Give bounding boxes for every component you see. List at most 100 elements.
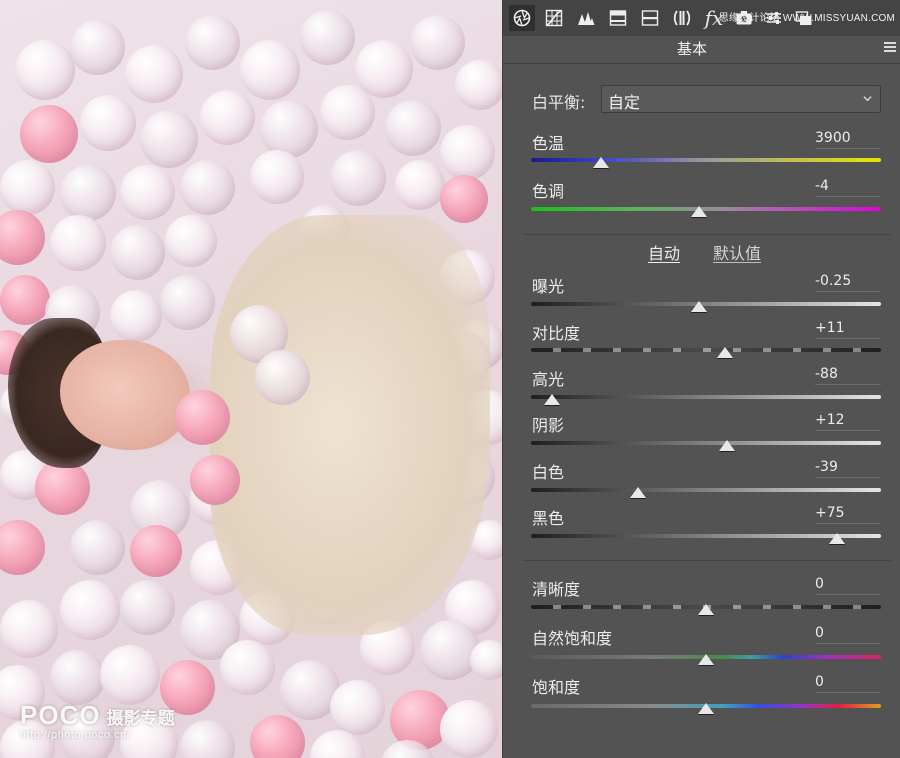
ball [0, 160, 55, 215]
photo-preview: POCO 摄影专题 http://photo.poco.cn/ [0, 0, 502, 758]
section-divider [523, 560, 891, 561]
ball [330, 150, 386, 206]
ball [80, 95, 136, 151]
tint-thumb[interactable] [691, 206, 707, 217]
temperature-slider[interactable] [531, 158, 881, 162]
ball [60, 165, 116, 221]
ball [250, 715, 305, 758]
saturation-value[interactable]: 0 [815, 674, 881, 693]
ball [50, 650, 105, 705]
clarity-label: 清晰度 [532, 580, 581, 599]
auto-button[interactable]: 自动 [648, 245, 681, 263]
highlights-label: 高光 [532, 370, 565, 389]
ball [240, 40, 300, 100]
white-balance-select[interactable]: 自定 [601, 85, 881, 113]
blacks-label: 黑色 [532, 509, 565, 528]
exposure-thumb[interactable] [691, 301, 707, 312]
exposure-value[interactable]: -0.25 [815, 273, 881, 292]
section-divider [523, 234, 891, 235]
ball [0, 275, 50, 325]
split-toning-icon[interactable] [637, 5, 663, 31]
chevron-down-icon [863, 96, 872, 102]
ball [180, 160, 235, 215]
ball [330, 680, 385, 735]
contrast-thumb[interactable] [717, 347, 734, 358]
contrast-label: 对比度 [532, 324, 581, 343]
shadows-thumb[interactable] [719, 440, 735, 451]
panel-toolbar: fx 思缘设计论坛 WWW.MISSYUAN.COM [503, 0, 900, 36]
ball [70, 20, 125, 75]
ball [110, 290, 162, 342]
ball [395, 160, 445, 210]
ball [320, 85, 375, 140]
site-watermark: 思缘设计论坛 WWW.MISSYUAN.COM [718, 13, 895, 24]
ball [140, 110, 198, 168]
aperture-icon[interactable] [509, 5, 535, 31]
ball [70, 520, 125, 575]
exposure-label: 曝光 [532, 277, 565, 296]
contrast-slider[interactable] [531, 348, 881, 352]
ball [410, 15, 465, 70]
ball [50, 215, 106, 271]
white-balance-label: 白平衡: [532, 93, 586, 112]
lens-corrections-icon[interactable] [669, 5, 695, 31]
clarity-value[interactable]: 0 [815, 576, 881, 595]
ball [125, 45, 183, 103]
ball [20, 105, 78, 163]
ball [185, 15, 240, 70]
ball [440, 125, 495, 180]
shadows-value[interactable]: +12 [815, 412, 881, 431]
blacks-thumb[interactable] [829, 533, 846, 544]
vibrance-thumb[interactable] [698, 654, 714, 665]
ball [60, 580, 120, 640]
ball [180, 720, 235, 758]
tone-curve-icon[interactable] [541, 5, 567, 31]
ball [120, 165, 175, 220]
ball [110, 225, 165, 280]
detail-icon[interactable] [573, 5, 599, 31]
ball [255, 350, 310, 405]
watermark-logo: POCO [20, 700, 101, 730]
ball [250, 150, 304, 204]
blacks-value[interactable]: +75 [815, 505, 881, 524]
vibrance-value[interactable]: 0 [815, 625, 881, 644]
contrast-value[interactable]: +11 [815, 320, 881, 339]
ball [470, 640, 502, 680]
highlights-value[interactable]: -88 [815, 366, 881, 385]
ball [200, 90, 255, 145]
ball [0, 600, 58, 658]
whites-value[interactable]: -39 [815, 459, 881, 478]
ball [440, 175, 488, 223]
watermark-subtitle: 摄影专题 [106, 709, 175, 728]
whites-thumb[interactable] [629, 487, 646, 498]
ball [35, 460, 90, 515]
ball [300, 10, 355, 65]
highlights-thumb[interactable] [544, 394, 560, 405]
ball [0, 210, 45, 265]
panel-menu-icon[interactable] [884, 42, 896, 52]
ball [385, 100, 441, 156]
saturation-label: 饱和度 [532, 678, 581, 697]
default-button[interactable]: 默认值 [713, 245, 762, 263]
highlights-slider[interactable] [531, 395, 881, 399]
ball [120, 580, 175, 635]
saturation-thumb[interactable] [698, 703, 714, 714]
temperature-thumb[interactable] [593, 157, 609, 168]
temperature-label: 色温 [532, 134, 565, 153]
ball [165, 215, 217, 267]
watermark-url: http://photo.poco.cn/ [20, 729, 131, 741]
ball [175, 390, 230, 445]
ball [100, 645, 160, 705]
hsl-icon[interactable] [605, 5, 631, 31]
ball [190, 455, 240, 505]
ball [455, 60, 502, 110]
tint-value[interactable]: -4 [815, 178, 881, 197]
white-balance-value: 自定 [608, 93, 641, 112]
clarity-thumb[interactable] [698, 604, 714, 615]
sweater [210, 215, 490, 635]
temperature-value[interactable]: 3900 [815, 130, 881, 149]
whites-slider[interactable] [531, 488, 881, 492]
poco-watermark: POCO 摄影专题 http://photo.poco.cn/ [20, 700, 175, 741]
ball [260, 100, 318, 158]
shadows-slider[interactable] [531, 441, 881, 445]
